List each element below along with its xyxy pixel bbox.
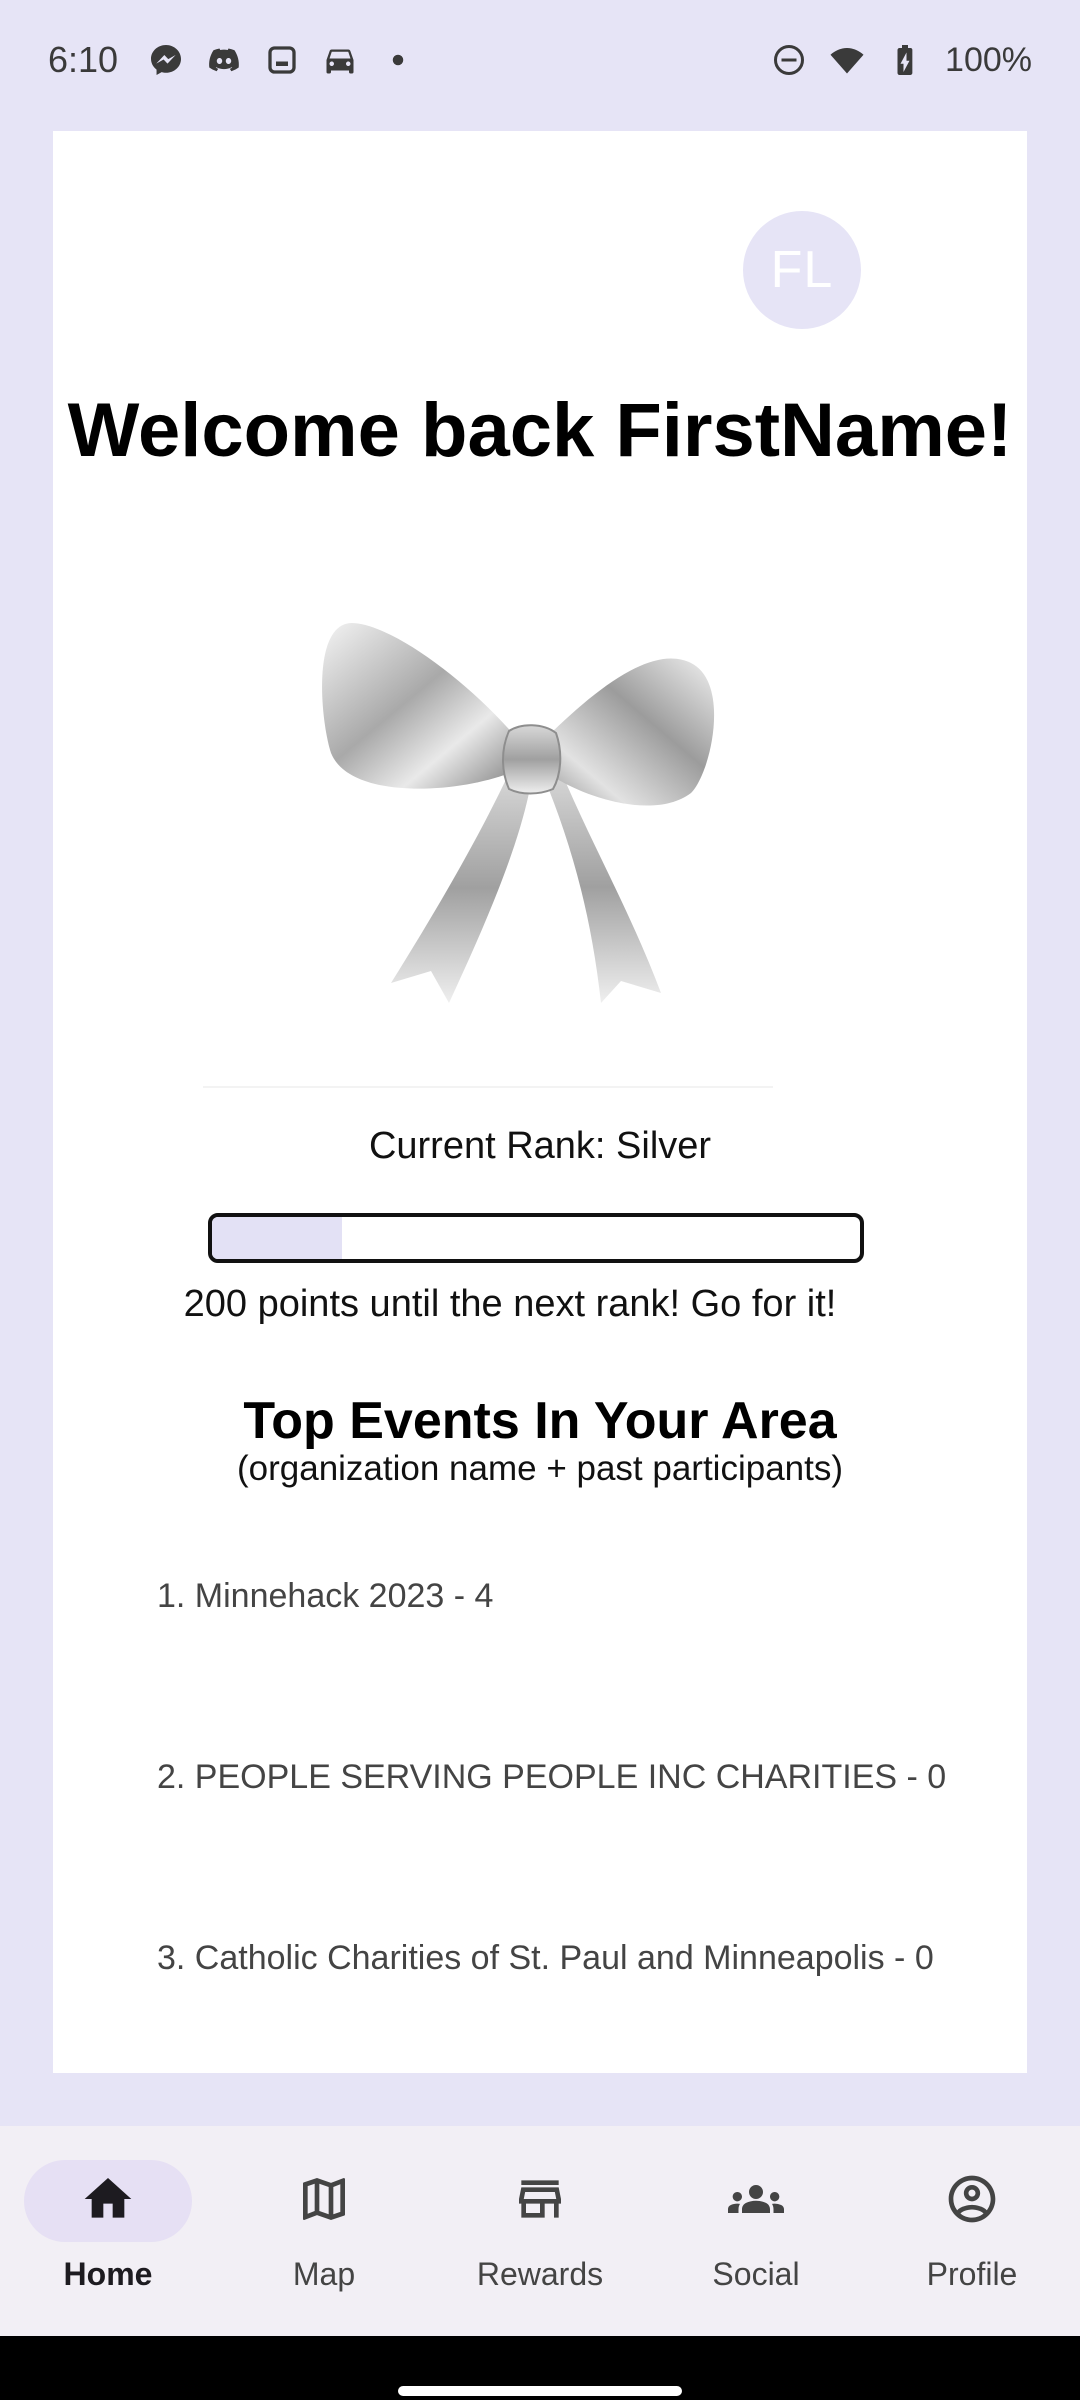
nav-label-social: Social [712, 2256, 800, 2292]
nav-label-rewards: Rewards [476, 2256, 604, 2292]
nav-item-home[interactable]: Home [0, 2126, 216, 2336]
nav-item-map[interactable]: Map [216, 2126, 432, 2336]
nav-home-pill [24, 2160, 192, 2242]
event-item-1[interactable]: 1. Minnehack 2023 - 4 [157, 1577, 493, 1616]
nav-item-rewards[interactable]: Rewards [432, 2126, 648, 2336]
rank-progress-bar [208, 1213, 864, 1263]
nav-item-social[interactable]: Social [648, 2126, 864, 2336]
store-icon [512, 2171, 568, 2232]
dot-icon [380, 42, 416, 78]
event-item-3[interactable]: 3. Catholic Charities of St. Paul and Mi… [157, 1939, 934, 1978]
nav-profile-pill [888, 2160, 1056, 2242]
top-events-title: Top Events In Your Area [243, 1392, 837, 1450]
discord-icon [206, 42, 242, 78]
status-time: 6:10 [48, 39, 119, 80]
divider [203, 1086, 773, 1088]
silver-bow-rank-image [271, 603, 791, 1023]
groups-icon [728, 2171, 784, 2232]
battery-percentage: 100% [945, 40, 1032, 79]
do-not-disturb-icon [771, 42, 807, 78]
avatar[interactable]: FL [743, 211, 861, 329]
status-right: 100% [771, 41, 1032, 80]
nav-map-pill [240, 2160, 408, 2242]
nav-label-home: Home [63, 2256, 153, 2292]
wifi-icon [829, 42, 865, 78]
status-left: 6:10 [48, 39, 416, 81]
event-item-2[interactable]: 2. PEOPLE SERVING PEOPLE INC CHARITIES -… [157, 1758, 946, 1797]
nav-label-map: Map [292, 2256, 356, 2292]
rank-progress-fill [212, 1217, 342, 1259]
current-rank-label: Current Rank: Silver [368, 1125, 712, 1167]
bottom-navigation: Home Map Rewards Social Profile [0, 2126, 1080, 2336]
screenshot-icon [264, 42, 300, 78]
top-events-subtitle: (organization name + past participants) [236, 1449, 844, 1488]
gesture-handle[interactable] [398, 2386, 682, 2396]
battery-charging-icon [887, 42, 923, 78]
status-bar: 6:10 100% [0, 0, 1080, 120]
home-icon [80, 2171, 136, 2232]
points-until-next-rank: 200 points until the next rank! Go for i… [183, 1283, 837, 1325]
messenger-icon [148, 42, 184, 78]
car-icon [322, 42, 358, 78]
nav-social-pill [672, 2160, 840, 2242]
nav-item-profile[interactable]: Profile [864, 2126, 1080, 2336]
account-circle-icon [944, 2171, 1000, 2232]
map-icon [296, 2171, 352, 2232]
welcome-heading: Welcome back FirstName! [67, 388, 1013, 473]
nav-label-profile: Profile [926, 2256, 1018, 2292]
home-card: FL Welcome back FirstName! Current Rank:… [53, 131, 1027, 2073]
nav-rewards-pill [456, 2160, 624, 2242]
